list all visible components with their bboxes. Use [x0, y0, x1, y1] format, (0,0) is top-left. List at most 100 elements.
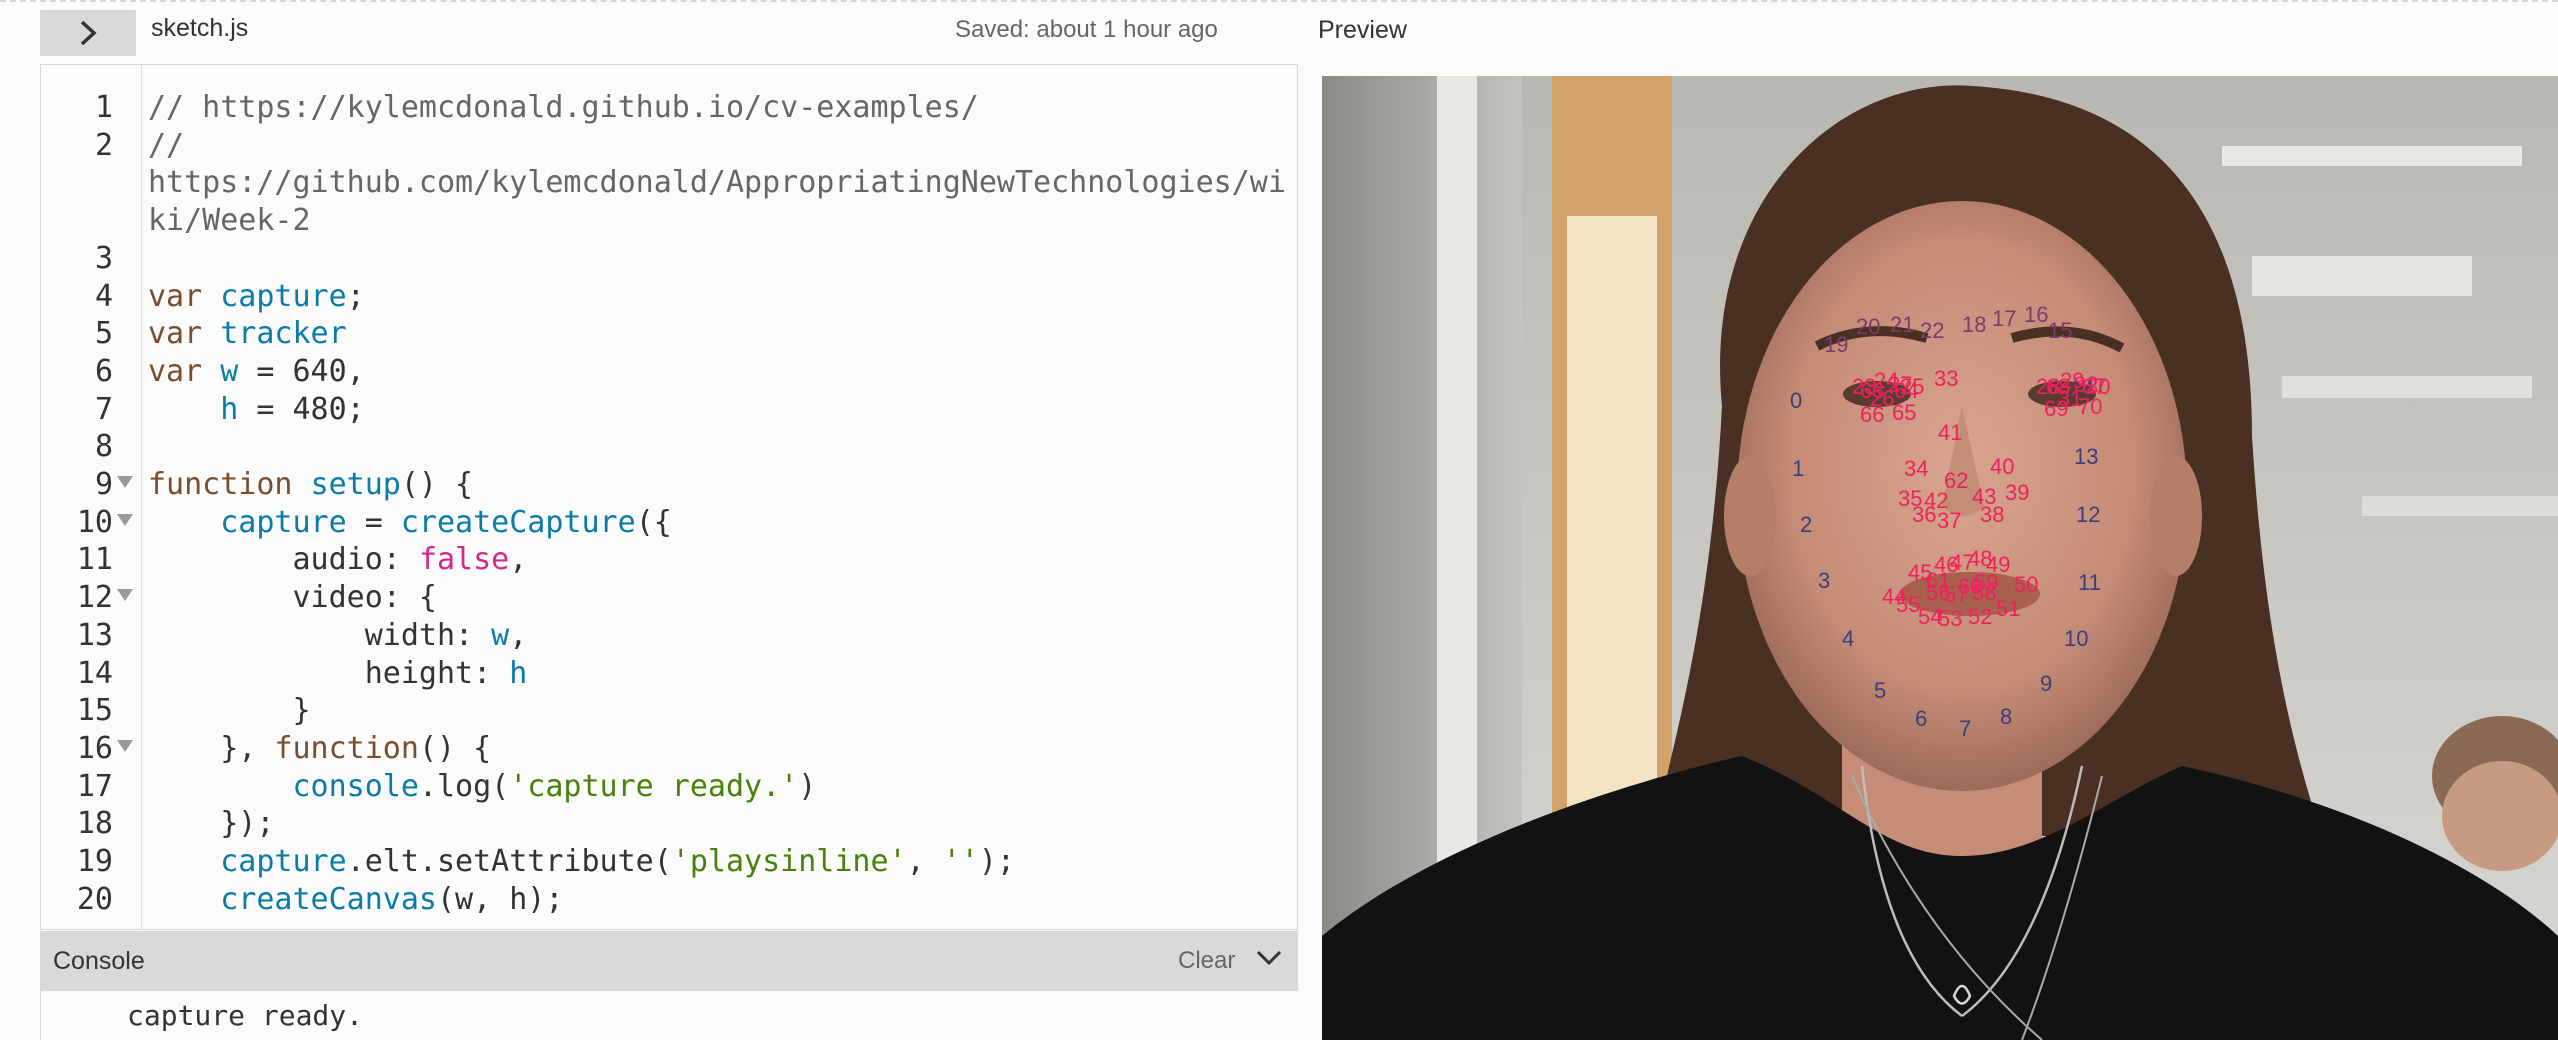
tracker-point-label: 60 — [1958, 574, 1982, 599]
code-line[interactable]: ki/Week-2 — [41, 202, 1281, 240]
code-text[interactable]: width: w, — [148, 617, 528, 655]
line-number: 17 — [76, 768, 113, 804]
console-clear-button[interactable]: Clear — [1178, 947, 1235, 975]
code-text[interactable]: audio: false, — [148, 541, 527, 579]
tracker-point-label: 63 — [1860, 378, 1884, 403]
code-text[interactable]: var tracker — [148, 315, 347, 353]
line-number: 16 — [76, 730, 113, 766]
line-number: 4 — [94, 278, 113, 314]
tracker-point-label: 3 — [1818, 568, 1830, 593]
tracker-point-label: 54 — [1918, 604, 1942, 629]
tracker-point-label: 50 — [2014, 572, 2038, 597]
tracker-point-label: 16 — [2024, 302, 2048, 327]
code-text[interactable]: }, function() { — [148, 730, 491, 768]
fold-arrow-icon[interactable] — [117, 476, 133, 488]
code-line[interactable]: 8 — [41, 428, 1281, 466]
tracker-point-label: 15 — [2048, 318, 2072, 343]
code-line[interactable]: 7 h = 480; — [41, 391, 1281, 429]
tracker-point-label: 65 — [1892, 400, 1916, 425]
code-line[interactable]: 17 console.log('capture ready.') — [41, 768, 1281, 806]
line-number: 11 — [76, 542, 113, 578]
code-text[interactable]: }); — [148, 805, 274, 843]
code-line[interactable]: 10 capture = createCapture({ — [41, 504, 1281, 542]
code-text[interactable]: createCanvas(w, h); — [148, 881, 563, 919]
code-line[interactable]: 14 height: h — [41, 655, 1281, 693]
line-number: 18 — [76, 806, 113, 842]
console-header: Console Clear — [40, 931, 1298, 991]
fold-arrow-icon[interactable] — [117, 513, 133, 526]
chevron-right-icon — [80, 20, 97, 46]
code-line[interactable]: 18 }); — [41, 805, 1281, 843]
fold-arrow-icon[interactable] — [117, 589, 133, 602]
saved-status: Saved: about 1 hour ago — [955, 16, 1218, 43]
file-name[interactable]: sketch.js — [151, 14, 248, 43]
code-text[interactable]: h = 480; — [148, 391, 365, 429]
tracker-point-label: 17 — [1992, 306, 2016, 331]
tracker-point-label: 4 — [1842, 626, 1854, 651]
tracker-point-label: 6 — [1915, 706, 1927, 731]
tracker-point-label: 18 — [1962, 312, 1986, 337]
toggle-sidebar-button[interactable] — [40, 10, 136, 56]
code-line[interactable]: 3 — [41, 240, 1281, 278]
code-text[interactable]: // — [148, 127, 184, 165]
code-line[interactable]: 1 // https://kylemcdonald.github.io/cv-ex… — [41, 89, 1281, 127]
code-text[interactable]: } — [148, 692, 310, 730]
line-number: 13 — [76, 617, 113, 653]
code-text[interactable]: ki/Week-2 — [148, 202, 311, 240]
tracker-point-label: 13 — [2074, 444, 2098, 469]
tracker-point-label: 69 — [2044, 396, 2068, 421]
tracker-point-label: 20 — [1856, 314, 1880, 339]
code-line[interactable]: 9 function setup() { — [41, 466, 1281, 504]
code-line[interactable]: 20 createCanvas(w, h); — [41, 881, 1281, 919]
line-number: 1 — [94, 90, 113, 125]
line-number: 3 — [94, 240, 113, 276]
code-line[interactable]: 2 // — [41, 127, 1281, 165]
code-text[interactable]: video: { — [148, 579, 437, 617]
code-text[interactable]: height: h — [148, 655, 528, 693]
code-text[interactable]: // https://kylemcdonald.github.io/cv-exa… — [148, 89, 979, 127]
preview-canvas[interactable]: 0 1 2 3 4 5 6 7 8 9 10 11 12 13 14 15 16 17 18 19 20 21 22 23 24… — [1322, 76, 2558, 1040]
fold-arrow-icon[interactable] — [117, 739, 133, 752]
code-line[interactable]: 15 } — [41, 692, 1281, 730]
code-text[interactable]: var capture; — [148, 278, 365, 316]
tracker-point-label: 43 — [1972, 484, 1996, 509]
line-number: 9 — [94, 467, 113, 502]
code-line[interactable]: 5 var tracker — [41, 315, 1281, 353]
tracker-point-label: 10 — [2064, 626, 2088, 651]
tracker-point-label: 52 — [1968, 604, 1992, 629]
tracker-point-label: 51 — [1996, 596, 2020, 621]
tracker-point-label: 5 — [1874, 678, 1886, 703]
tracker-point-label: 41 — [1938, 420, 1962, 445]
line-number: 10 — [76, 504, 113, 540]
line-number: 5 — [94, 316, 113, 352]
code-text[interactable]: var w = 640, — [148, 353, 365, 391]
code-text[interactable]: capture.elt.setAttribute('playsinline', … — [148, 843, 1015, 881]
tracker-point-label: 39 — [2005, 480, 2029, 505]
code-line[interactable]: 19 capture.elt.setAttribute('playsinline… — [41, 843, 1281, 881]
tracker-point-label: 12 — [2076, 502, 2100, 527]
code-line[interactable]: 13 width: w, — [41, 617, 1281, 655]
webcam-frame: 0123456 7 891011121314151617181920 21 222324… — [1322, 76, 2558, 1040]
code-text[interactable]: capture = createCapture({ — [148, 504, 672, 542]
code-line[interactable]: 12 video: { — [41, 579, 1281, 617]
tracker-point-label: 7 — [1959, 716, 1971, 741]
top-dashed-border — [0, 0, 2558, 2]
line-number: 12 — [76, 580, 113, 616]
console-title: Console — [53, 947, 145, 975]
chevron-down-icon[interactable] — [1256, 949, 1282, 967]
code-line[interactable]: 16 }, function() { — [41, 730, 1281, 768]
code-text[interactable]: https://github.com/kylemcdonald/Appropri… — [148, 164, 1286, 202]
code-text[interactable]: function setup() { — [148, 466, 473, 504]
tracker-point-label: 8 — [2000, 704, 2012, 729]
tracker-point-label: 21 — [1890, 312, 1914, 337]
tracker-point-label: 0 — [1790, 388, 1802, 413]
line-number: 8 — [94, 429, 113, 465]
code-line[interactable]: 6 var w = 640, — [41, 353, 1281, 391]
code-line[interactable]: 11 audio: false, — [41, 541, 1281, 579]
code-line[interactable]: 4 var capture; — [41, 278, 1281, 316]
code-editor[interactable]: 1 // https://kylemcdonald.github.io/cv-ex… — [40, 64, 1298, 930]
code-line[interactable]: https://github.com/kylemcdonald/Appropri… — [41, 164, 1286, 202]
code-text[interactable]: console.log('capture ready.') — [148, 768, 817, 806]
tracker-point-label: 61 — [1926, 568, 1950, 593]
line-number: 7 — [94, 391, 113, 427]
